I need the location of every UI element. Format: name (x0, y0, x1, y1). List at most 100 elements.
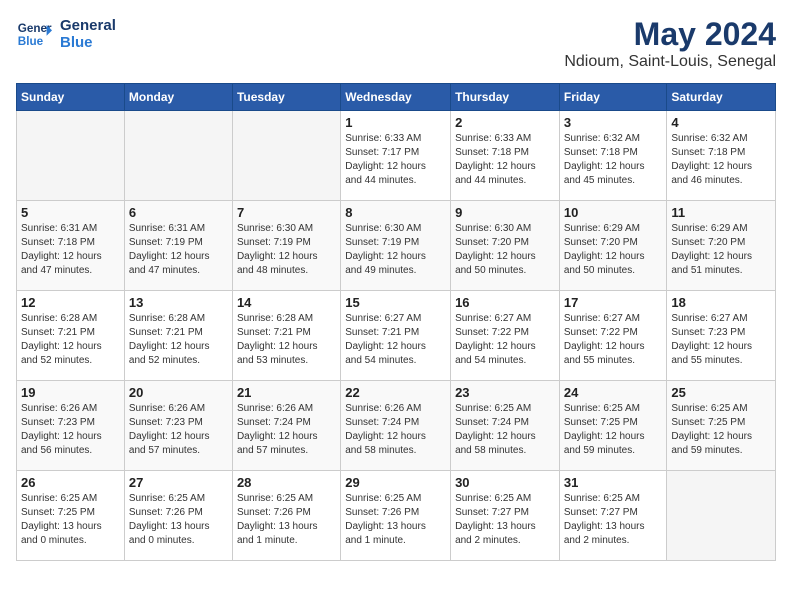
day-info: Sunrise: 6:30 AM Sunset: 7:19 PM Dayligh… (237, 222, 336, 278)
calendar-cell: 16Sunrise: 6:27 AM Sunset: 7:22 PM Dayli… (451, 291, 560, 381)
day-number: 15 (345, 295, 446, 310)
calendar-week-row: 1 Sunrise: 6:33 AM Sunset: 7:17 PM Daylig… (17, 111, 776, 201)
day-info: Sunrise: 6:33 AM Sunset: 7:17 PM Dayligh… (345, 132, 446, 188)
calendar-cell: 20 Sunrise: 6:26 AM Sunset: 7:23 PM Dayli… (124, 381, 232, 471)
day-info: Sunrise: 6:28 AM Sunset: 7:21 PM Dayligh… (21, 312, 120, 368)
calendar-cell: 13Sunrise: 6:28 AM Sunset: 7:21 PM Dayli… (124, 291, 232, 381)
calendar-cell: 21Sunrise: 6:26 AM Sunset: 7:24 PM Dayli… (232, 381, 340, 471)
calendar-cell (667, 471, 776, 561)
day-number: 9 (455, 205, 555, 220)
calendar-cell: 11 Sunrise: 6:29 AM Sunset: 7:20 PM Dayli… (667, 201, 776, 291)
day-info: Sunrise: 6:26 AM Sunset: 7:24 PM Dayligh… (237, 402, 336, 458)
day-number: 23 (455, 385, 555, 400)
day-number: 17 (564, 295, 663, 310)
day-info: Sunrise: 6:25 AM Sunset: 7:27 PM Dayligh… (455, 492, 555, 548)
calendar-cell: 14Sunrise: 6:28 AM Sunset: 7:21 PM Dayli… (232, 291, 340, 381)
calendar-cell: 10 Sunrise: 6:29 AM Sunset: 7:20 PM Dayli… (559, 201, 667, 291)
day-number: 1 (345, 115, 446, 130)
calendar-cell: 9 Sunrise: 6:30 AM Sunset: 7:20 PM Daylig… (451, 201, 560, 291)
day-number: 19 (21, 385, 120, 400)
page-header: General Blue General Blue May 2024 Ndiou… (16, 16, 776, 71)
day-info: Sunrise: 6:32 AM Sunset: 7:18 PM Dayligh… (671, 132, 771, 188)
day-info: Sunrise: 6:31 AM Sunset: 7:18 PM Dayligh… (21, 222, 120, 278)
calendar-week-row: 26Sunrise: 6:25 AM Sunset: 7:25 PM Dayli… (17, 471, 776, 561)
calendar-cell: 12 Sunrise: 6:28 AM Sunset: 7:21 PM Dayli… (17, 291, 125, 381)
calendar-cell (124, 111, 232, 201)
calendar-week-row: 19 Sunrise: 6:26 AM Sunset: 7:23 PM Dayli… (17, 381, 776, 471)
calendar-cell: 1 Sunrise: 6:33 AM Sunset: 7:17 PM Daylig… (341, 111, 451, 201)
day-number: 27 (129, 475, 228, 490)
logo: General Blue General Blue (16, 16, 116, 52)
logo-blue-text: Blue (60, 34, 116, 51)
day-info: Sunrise: 6:25 AM Sunset: 7:26 PM Dayligh… (129, 492, 228, 548)
day-info: Sunrise: 6:30 AM Sunset: 7:20 PM Dayligh… (455, 222, 555, 278)
day-info: Sunrise: 6:25 AM Sunset: 7:26 PM Dayligh… (345, 492, 446, 548)
calendar-cell: 17 Sunrise: 6:27 AM Sunset: 7:22 PM Dayli… (559, 291, 667, 381)
calendar-header-tuesday: Tuesday (232, 84, 340, 111)
day-info: Sunrise: 6:26 AM Sunset: 7:23 PM Dayligh… (129, 402, 228, 458)
day-number: 10 (564, 205, 663, 220)
day-info: Sunrise: 6:32 AM Sunset: 7:18 PM Dayligh… (564, 132, 663, 188)
calendar-cell: 22 Sunrise: 6:26 AM Sunset: 7:24 PM Dayli… (341, 381, 451, 471)
day-info: Sunrise: 6:25 AM Sunset: 7:25 PM Dayligh… (671, 402, 771, 458)
calendar-header-sunday: Sunday (17, 84, 125, 111)
day-number: 6 (129, 205, 228, 220)
day-info: Sunrise: 6:30 AM Sunset: 7:19 PM Dayligh… (345, 222, 446, 278)
day-info: Sunrise: 6:28 AM Sunset: 7:21 PM Dayligh… (129, 312, 228, 368)
day-number: 29 (345, 475, 446, 490)
day-info: Sunrise: 6:26 AM Sunset: 7:24 PM Dayligh… (345, 402, 446, 458)
calendar-cell: 26Sunrise: 6:25 AM Sunset: 7:25 PM Dayli… (17, 471, 125, 561)
day-info: Sunrise: 6:27 AM Sunset: 7:22 PM Dayligh… (564, 312, 663, 368)
day-number: 25 (671, 385, 771, 400)
calendar-cell: 29 Sunrise: 6:25 AM Sunset: 7:26 PM Dayli… (341, 471, 451, 561)
svg-text:Blue: Blue (18, 35, 44, 48)
day-info: Sunrise: 6:31 AM Sunset: 7:19 PM Dayligh… (129, 222, 228, 278)
calendar-table: SundayMondayTuesdayWednesdayThursdayFrid… (16, 83, 776, 561)
day-info: Sunrise: 6:29 AM Sunset: 7:20 PM Dayligh… (671, 222, 771, 278)
calendar-week-row: 12 Sunrise: 6:28 AM Sunset: 7:21 PM Dayli… (17, 291, 776, 381)
calendar-cell: 8Sunrise: 6:30 AM Sunset: 7:19 PM Daylig… (341, 201, 451, 291)
calendar-header-wednesday: Wednesday (341, 84, 451, 111)
day-info: Sunrise: 6:33 AM Sunset: 7:18 PM Dayligh… (455, 132, 555, 188)
day-number: 16 (455, 295, 555, 310)
day-number: 28 (237, 475, 336, 490)
calendar-cell: 19 Sunrise: 6:26 AM Sunset: 7:23 PM Dayli… (17, 381, 125, 471)
day-number: 2 (455, 115, 555, 130)
calendar-cell: 7 Sunrise: 6:30 AM Sunset: 7:19 PM Daylig… (232, 201, 340, 291)
calendar-cell: 18 Sunrise: 6:27 AM Sunset: 7:23 PM Dayli… (667, 291, 776, 381)
day-info: Sunrise: 6:27 AM Sunset: 7:21 PM Dayligh… (345, 312, 446, 368)
day-info: Sunrise: 6:29 AM Sunset: 7:20 PM Dayligh… (564, 222, 663, 278)
day-number: 11 (671, 205, 771, 220)
day-number: 5 (21, 205, 120, 220)
calendar-header-saturday: Saturday (667, 84, 776, 111)
day-number: 18 (671, 295, 771, 310)
calendar-cell: 6 Sunrise: 6:31 AM Sunset: 7:19 PM Daylig… (124, 201, 232, 291)
day-info: Sunrise: 6:25 AM Sunset: 7:27 PM Dayligh… (564, 492, 663, 548)
calendar-cell (232, 111, 340, 201)
calendar-cell: 4Sunrise: 6:32 AM Sunset: 7:18 PM Daylig… (667, 111, 776, 201)
calendar-cell: 15 Sunrise: 6:27 AM Sunset: 7:21 PM Dayli… (341, 291, 451, 381)
calendar-header-row: SundayMondayTuesdayWednesdayThursdayFrid… (17, 84, 776, 111)
day-number: 26 (21, 475, 120, 490)
day-number: 30 (455, 475, 555, 490)
calendar-cell: 30 Sunrise: 6:25 AM Sunset: 7:27 PM Dayli… (451, 471, 560, 561)
day-info: Sunrise: 6:26 AM Sunset: 7:23 PM Dayligh… (21, 402, 120, 458)
calendar-header-friday: Friday (559, 84, 667, 111)
calendar-cell: 25 Sunrise: 6:25 AM Sunset: 7:25 PM Dayli… (667, 381, 776, 471)
day-number: 12 (21, 295, 120, 310)
logo-icon: General Blue (16, 16, 52, 52)
calendar-week-row: 5 Sunrise: 6:31 AM Sunset: 7:18 PM Daylig… (17, 201, 776, 291)
day-number: 20 (129, 385, 228, 400)
calendar-cell: 3Sunrise: 6:32 AM Sunset: 7:18 PM Daylig… (559, 111, 667, 201)
calendar-cell: 24Sunrise: 6:25 AM Sunset: 7:25 PM Dayli… (559, 381, 667, 471)
day-info: Sunrise: 6:27 AM Sunset: 7:23 PM Dayligh… (671, 312, 771, 368)
day-number: 7 (237, 205, 336, 220)
calendar-cell: 23 Sunrise: 6:25 AM Sunset: 7:24 PM Dayli… (451, 381, 560, 471)
calendar-title: May 2024 (564, 16, 776, 53)
calendar-cell: 31Sunrise: 6:25 AM Sunset: 7:27 PM Dayli… (559, 471, 667, 561)
day-info: Sunrise: 6:25 AM Sunset: 7:24 PM Dayligh… (455, 402, 555, 458)
day-info: Sunrise: 6:28 AM Sunset: 7:21 PM Dayligh… (237, 312, 336, 368)
day-number: 22 (345, 385, 446, 400)
calendar-subtitle: Ndioum, Saint-Louis, Senegal (564, 53, 776, 71)
day-info: Sunrise: 6:25 AM Sunset: 7:26 PM Dayligh… (237, 492, 336, 548)
